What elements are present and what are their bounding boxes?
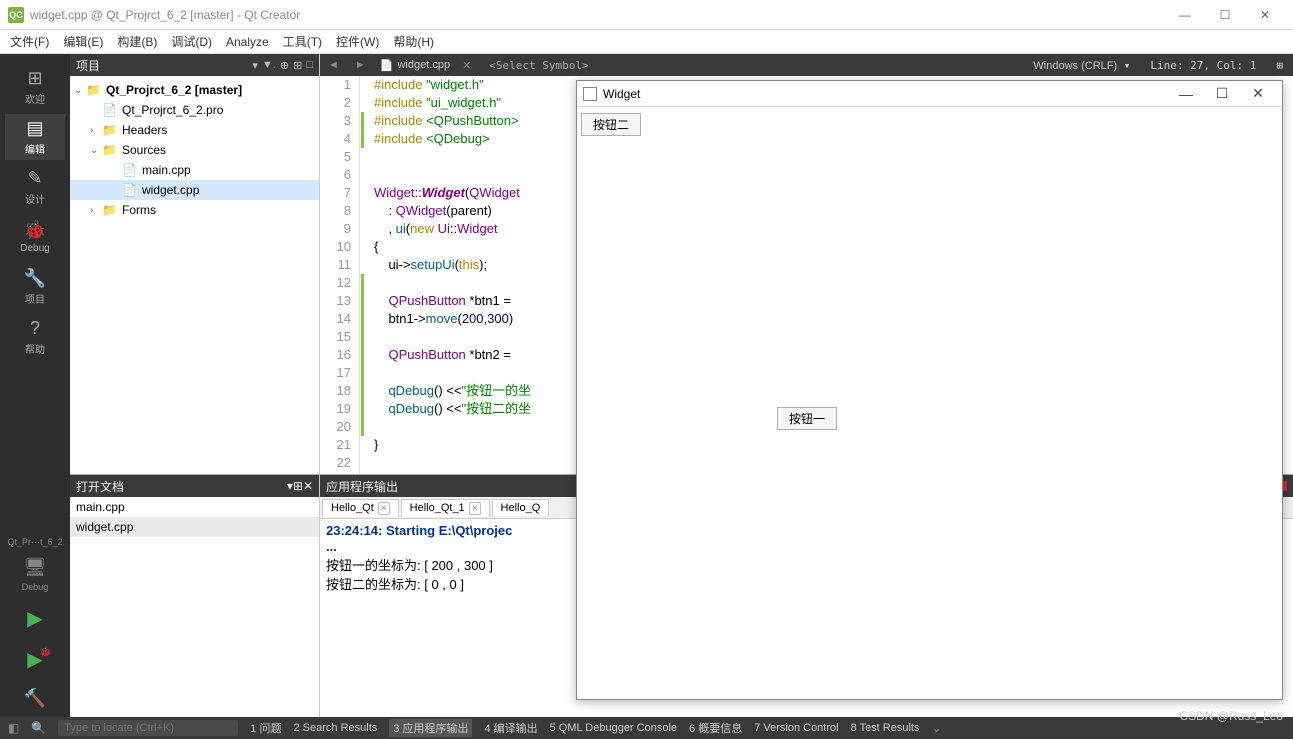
- close-pane-icon[interactable]: ✕: [303, 479, 313, 493]
- panel-compile[interactable]: 4 编译输出: [484, 720, 537, 736]
- menu-build[interactable]: 构建(B): [117, 33, 157, 50]
- editor-close-icon[interactable]: ✕: [456, 59, 477, 72]
- tree-root[interactable]: Qt_Projrct_6_2 [master]: [106, 83, 242, 97]
- add-icon[interactable]: ⊞: [293, 59, 302, 72]
- file-icon: 📄: [380, 59, 394, 72]
- tree-sources[interactable]: Sources: [122, 143, 166, 157]
- project-tree[interactable]: ⌄📁Qt_Projrct_6_2 [master] 📄Qt_Projrct_6_…: [70, 76, 319, 474]
- output-tab-1[interactable]: Hello_Qt_1×: [401, 499, 490, 517]
- window-title: widget.cpp @ Qt_Projrct_6_2 [master] - Q…: [30, 8, 1165, 22]
- mode-projects[interactable]: 🔧项目: [5, 264, 65, 310]
- target-selector[interactable]: Qt_Pr···t_6_2: [7, 537, 62, 547]
- editor-filename[interactable]: widget.cpp: [397, 59, 450, 71]
- line-ending[interactable]: Windows (CRLF) ▾: [1023, 59, 1140, 72]
- mode-help[interactable]: ?帮助: [5, 314, 65, 360]
- open-docs-header[interactable]: 打开文档: [76, 478, 287, 495]
- minimize-button[interactable]: ―: [1165, 3, 1205, 27]
- menu-tools[interactable]: 工具(T): [283, 33, 322, 50]
- menu-file[interactable]: 文件(F): [10, 33, 49, 50]
- monitor-icon[interactable]: 🖥: [24, 557, 47, 578]
- debug-run-button[interactable]: ▶🐞: [27, 647, 42, 672]
- widget-maximize[interactable]: ☐: [1204, 85, 1240, 102]
- widget-icon: [583, 87, 597, 101]
- nav-fwd-icon[interactable]: ►: [347, 59, 374, 71]
- button-one[interactable]: 按钮一: [777, 407, 837, 430]
- nav-back-icon[interactable]: ◄: [320, 59, 347, 71]
- build-button[interactable]: 🔨: [24, 688, 46, 709]
- maximize-button[interactable]: ☐: [1205, 3, 1245, 27]
- link-icon[interactable]: ⊕: [280, 59, 289, 72]
- close-button[interactable]: ✕: [1245, 3, 1285, 27]
- split-icon[interactable]: □: [306, 59, 313, 71]
- panel-general[interactable]: 6 概要信息: [689, 720, 742, 736]
- menu-debug[interactable]: 调试(D): [171, 33, 212, 50]
- project-header[interactable]: 项目: [76, 57, 248, 74]
- titlebar: QC widget.cpp @ Qt_Projrct_6_2 [master] …: [0, 0, 1293, 30]
- mode-design[interactable]: ✎设计: [5, 164, 65, 210]
- widget-window[interactable]: Widget ― ☐ ✕ 按钮二 按钮一: [576, 80, 1283, 700]
- tree-pro[interactable]: Qt_Projrct_6_2.pro: [122, 103, 223, 117]
- widget-close[interactable]: ✕: [1240, 85, 1276, 102]
- tree-widget[interactable]: widget.cpp: [142, 183, 199, 197]
- mode-edit[interactable]: ▤编辑: [5, 114, 65, 160]
- filter-icon[interactable]: ▼.: [262, 59, 276, 71]
- output-tab-2[interactable]: Hello_Q: [492, 499, 550, 516]
- panel-issues[interactable]: 1 问题: [250, 720, 281, 736]
- widget-minimize[interactable]: ―: [1168, 86, 1204, 102]
- mode-welcome[interactable]: ⊞欢迎: [5, 64, 65, 110]
- panel-tests[interactable]: 8 Test Results: [851, 722, 920, 734]
- mode-bar: ⊞欢迎 ▤编辑 ✎设计 🐞Debug 🔧项目 ?帮助 Qt_Pr···t_6_2…: [0, 54, 70, 717]
- symbol-selector[interactable]: <Select Symbol>: [477, 59, 600, 72]
- watermark: CSDN @Russ_Leo: [1179, 709, 1283, 723]
- panel-search[interactable]: 2 Search Results: [293, 722, 377, 734]
- statusbar: ◧ 🔍 1 问题 2 Search Results 3 应用程序输出 4 编译输…: [0, 717, 1293, 739]
- tree-main[interactable]: main.cpp: [142, 163, 191, 177]
- qt-creator-icon: QC: [8, 7, 24, 23]
- open-doc-main[interactable]: main.cpp: [70, 497, 319, 517]
- split-icon[interactable]: ⊞: [1266, 59, 1293, 72]
- add-icon[interactable]: ⊞: [293, 479, 303, 493]
- dropdown-icon[interactable]: ▾: [252, 59, 258, 72]
- panel-appoutput[interactable]: 3 应用程序输出: [389, 719, 472, 737]
- open-documents-pane: 打开文档 ▾ ⊞ ✕ main.cpp widget.cpp: [70, 475, 320, 717]
- search-icon: 🔍: [31, 721, 46, 735]
- panel-qml[interactable]: 5 QML Debugger Console: [550, 722, 677, 734]
- output-tab-0[interactable]: Hello_Qt×: [322, 499, 399, 517]
- tree-headers[interactable]: Headers: [122, 123, 167, 137]
- sidebar-toggle-icon[interactable]: ◧: [8, 721, 19, 735]
- project-pane: 项目 ▾ ▼. ⊕ ⊞ □ ⌄📁Qt_Projrct_6_2 [master] …: [70, 54, 320, 474]
- run-button[interactable]: ▶: [27, 606, 42, 631]
- menu-analyze[interactable]: Analyze: [226, 35, 269, 49]
- menubar: 文件(F) 编辑(E) 构建(B) 调试(D) Analyze 工具(T) 控件…: [0, 30, 1293, 54]
- menu-help[interactable]: 帮助(H): [393, 33, 434, 50]
- menu-widgets[interactable]: 控件(W): [336, 33, 379, 50]
- open-doc-widget[interactable]: widget.cpp: [70, 517, 319, 537]
- tree-forms[interactable]: Forms: [122, 203, 156, 217]
- panel-vcs[interactable]: 7 Version Control: [754, 722, 838, 734]
- cursor-position: Line: 27, Col: 1: [1140, 59, 1266, 72]
- menu-edit[interactable]: 编辑(E): [63, 33, 103, 50]
- widget-title: Widget: [603, 87, 1168, 101]
- button-two[interactable]: 按钮二: [581, 113, 641, 136]
- close-panel-icon[interactable]: ⌄: [931, 721, 941, 735]
- debug-label: Debug: [22, 582, 49, 592]
- locator-input[interactable]: [58, 720, 238, 736]
- mode-debug[interactable]: 🐞Debug: [5, 214, 65, 260]
